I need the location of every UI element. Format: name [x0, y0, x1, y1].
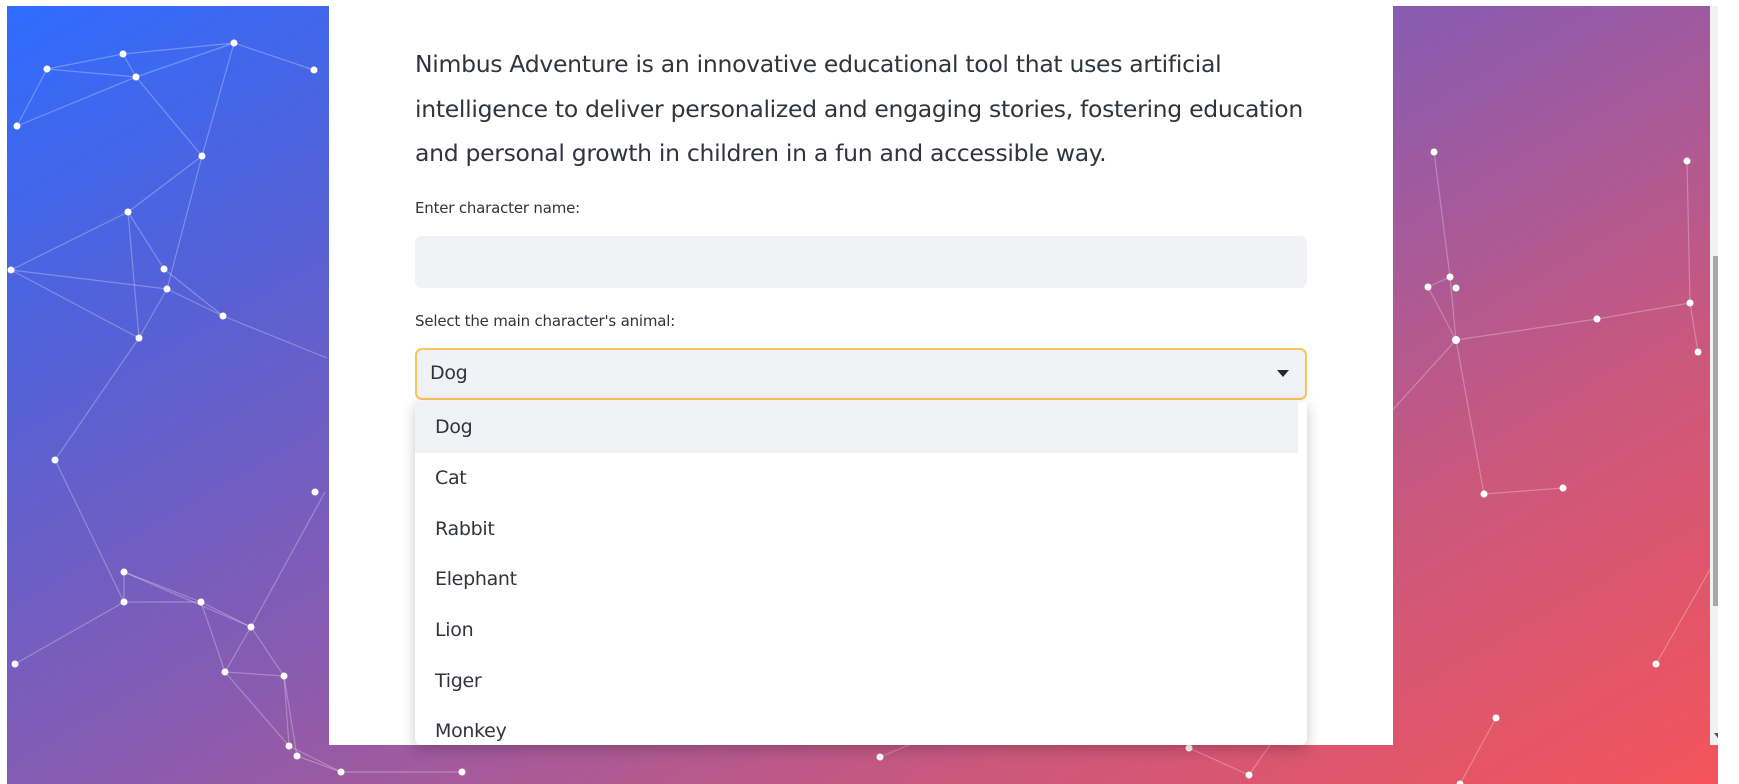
scrollbar-thumb[interactable]	[1713, 256, 1718, 606]
dropdown-option-cat[interactable]: Cat	[415, 453, 1298, 504]
dropdown-option-tiger[interactable]: Tiger	[415, 655, 1298, 706]
character-name-label: Enter character name:	[415, 199, 581, 217]
intro-paragraph: Nimbus Adventure is an innovative educat…	[415, 50, 1303, 167]
dropdown-option-elephant[interactable]: Elephant	[415, 554, 1298, 605]
dropdown-option-lion[interactable]: Lion	[415, 605, 1298, 656]
chevron-down-icon[interactable]	[1277, 370, 1289, 377]
animal-select-value: Dog	[430, 362, 468, 384]
animal-dropdown-list: Dog Cat Rabbit Elephant Lion Tiger Monke…	[415, 402, 1307, 745]
animal-select-label: Select the main character's animal:	[415, 312, 676, 330]
dropdown-option-monkey[interactable]: Monkey	[415, 706, 1298, 745]
animal-select[interactable]: Dog	[415, 348, 1307, 400]
scroll-down-arrow-icon[interactable]	[1714, 733, 1718, 738]
page-scrollbar[interactable]	[1710, 6, 1718, 745]
dropdown-option-dog[interactable]: Dog	[415, 402, 1298, 453]
main-content-card: Nimbus Adventure is an innovative educat…	[329, 6, 1393, 745]
app-viewport: Nimbus Adventure is an innovative educat…	[7, 6, 1718, 784]
dropdown-option-rabbit[interactable]: Rabbit	[415, 503, 1298, 554]
character-name-input[interactable]	[415, 236, 1307, 288]
